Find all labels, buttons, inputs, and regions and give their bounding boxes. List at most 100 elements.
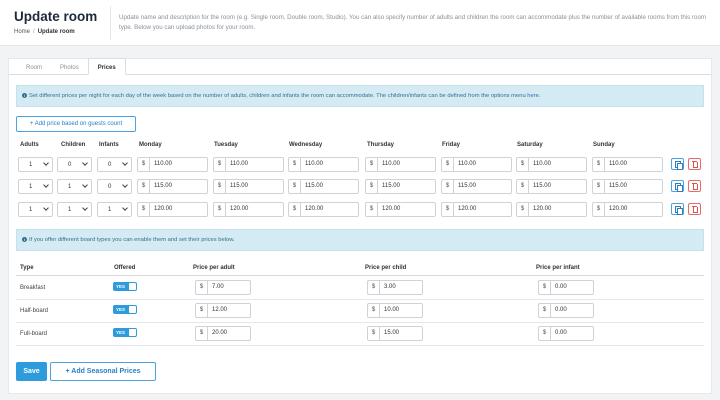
price-input-saturday[interactable]: $115.00 [516, 179, 587, 194]
adults-select[interactable]: 1 [18, 157, 53, 172]
child-price-input[interactable]: $3.00 [367, 280, 423, 295]
options-menu-link[interactable]: here [527, 93, 539, 99]
price-value: 115.00 [533, 183, 551, 189]
col-type: Type [20, 265, 34, 271]
tab-room[interactable]: Room [17, 59, 51, 75]
chevron-down-icon [82, 182, 88, 188]
delete-row-button[interactable] [688, 180, 701, 192]
col-offered: Offered [114, 265, 136, 271]
select-value: 1 [68, 207, 72, 213]
price-col-header: Thursday [367, 142, 395, 148]
children-select[interactable]: 1 [57, 179, 92, 194]
breadcrumb-home[interactable]: Home [14, 29, 30, 35]
adult-price-input[interactable]: $20.00 [195, 326, 251, 341]
select-value: 1 [68, 184, 72, 190]
toggle-knob [129, 283, 136, 290]
offered-toggle[interactable]: YES [113, 305, 137, 314]
price-input-monday[interactable]: $110.00 [137, 157, 208, 172]
currency-addon: $ [366, 158, 378, 171]
price-input-sunday[interactable]: $120.00 [592, 202, 663, 217]
price-input-friday[interactable]: $115.00 [441, 179, 512, 194]
tab-prices[interactable]: Prices [87, 58, 126, 75]
price-value: 120.00 [533, 206, 552, 212]
price-input-tuesday[interactable]: $110.00 [213, 157, 284, 172]
price-value: 110.00 [230, 161, 248, 167]
currency-addon: $ [214, 203, 226, 216]
price-value: 120.00 [382, 206, 401, 212]
offered-toggle[interactable]: YES [113, 282, 137, 291]
adults-select[interactable]: 1 [18, 202, 53, 217]
price-input-sunday[interactable]: $115.00 [592, 179, 663, 194]
currency-addon: $ [368, 281, 380, 294]
copy-row-button[interactable] [671, 203, 684, 215]
price-value: 115.00 [305, 183, 323, 189]
currency-addon: $ [366, 203, 378, 216]
save-button[interactable]: Save [16, 362, 47, 381]
currency-addon: $ [214, 158, 226, 171]
currency-addon: $ [289, 203, 301, 216]
toggle-knob [129, 329, 136, 336]
price-value: 0.00 [555, 330, 567, 336]
price-value: 115.00 [609, 183, 627, 189]
price-value: 110.00 [533, 161, 551, 167]
price-input-thursday[interactable]: $110.00 [365, 157, 436, 172]
copy-row-button[interactable] [671, 180, 684, 192]
page-description: Update name and description for the room… [119, 14, 707, 31]
select-value: 0 [68, 162, 72, 168]
infant-price-input[interactable]: $0.00 [538, 326, 594, 341]
price-col-header: Children [61, 142, 86, 148]
adult-price-input[interactable]: $7.00 [195, 280, 251, 295]
child-price-input[interactable]: $10.00 [367, 303, 423, 318]
price-col-header: Adults [20, 142, 39, 148]
toggle-label: YES [116, 284, 126, 289]
infants-select[interactable]: 1 [97, 202, 132, 217]
prices-info-end: . [538, 93, 541, 99]
price-input-sunday[interactable]: $110.00 [592, 157, 663, 172]
currency-addon: $ [517, 158, 529, 171]
tab-photos[interactable]: Photos [51, 59, 88, 75]
infant-price-input[interactable]: $0.00 [538, 303, 594, 318]
chevron-down-icon [82, 160, 88, 166]
infant-price-input[interactable]: $0.00 [538, 280, 594, 295]
price-input-wednesday[interactable]: $115.00 [288, 179, 359, 194]
price-input-saturday[interactable]: $120.00 [516, 202, 587, 217]
children-select[interactable]: 0 [57, 157, 92, 172]
price-input-monday[interactable]: $115.00 [137, 179, 208, 194]
header-divider [110, 6, 111, 40]
price-input-friday[interactable]: $110.00 [441, 157, 512, 172]
child-price-input[interactable]: $15.00 [367, 326, 423, 341]
price-value: 120.00 [305, 206, 324, 212]
chevron-down-icon [82, 205, 88, 211]
price-input-saturday[interactable]: $110.00 [516, 157, 587, 172]
currency-addon: $ [138, 158, 150, 171]
price-input-tuesday[interactable]: $115.00 [213, 179, 284, 194]
price-input-thursday[interactable]: $115.00 [365, 179, 436, 194]
currency-addon: $ [442, 158, 454, 171]
price-input-wednesday[interactable]: $110.00 [288, 157, 359, 172]
currency-addon: $ [593, 203, 605, 216]
adult-price-input[interactable]: $12.00 [195, 303, 251, 318]
adults-select[interactable]: 1 [18, 179, 53, 194]
toggle-knob [129, 306, 136, 313]
price-value: 115.00 [458, 183, 476, 189]
price-value: 110.00 [154, 161, 172, 167]
infants-select[interactable]: 0 [97, 179, 132, 194]
price-input-monday[interactable]: $120.00 [137, 202, 208, 217]
add-seasonal-prices-button[interactable]: + Add Seasonal Prices [50, 362, 156, 381]
delete-row-button[interactable] [688, 203, 701, 215]
price-value: 10.00 [384, 307, 400, 313]
copy-row-button[interactable] [671, 158, 684, 170]
infants-select[interactable]: 0 [97, 157, 132, 172]
price-input-thursday[interactable]: $120.00 [365, 202, 436, 217]
price-input-tuesday[interactable]: $120.00 [213, 202, 284, 217]
price-input-wednesday[interactable]: $120.00 [288, 202, 359, 217]
chevron-down-icon [122, 160, 128, 166]
delete-row-button[interactable] [688, 158, 701, 170]
offered-toggle[interactable]: YES [113, 328, 137, 337]
add-price-button[interactable]: + Add price based on guests count [16, 116, 136, 132]
price-value: 120.00 [609, 206, 628, 212]
children-select[interactable]: 1 [57, 202, 92, 217]
price-input-friday[interactable]: $120.00 [441, 202, 512, 217]
price-value: 110.00 [458, 161, 476, 167]
breadcrumb-current: Update room [37, 29, 75, 35]
